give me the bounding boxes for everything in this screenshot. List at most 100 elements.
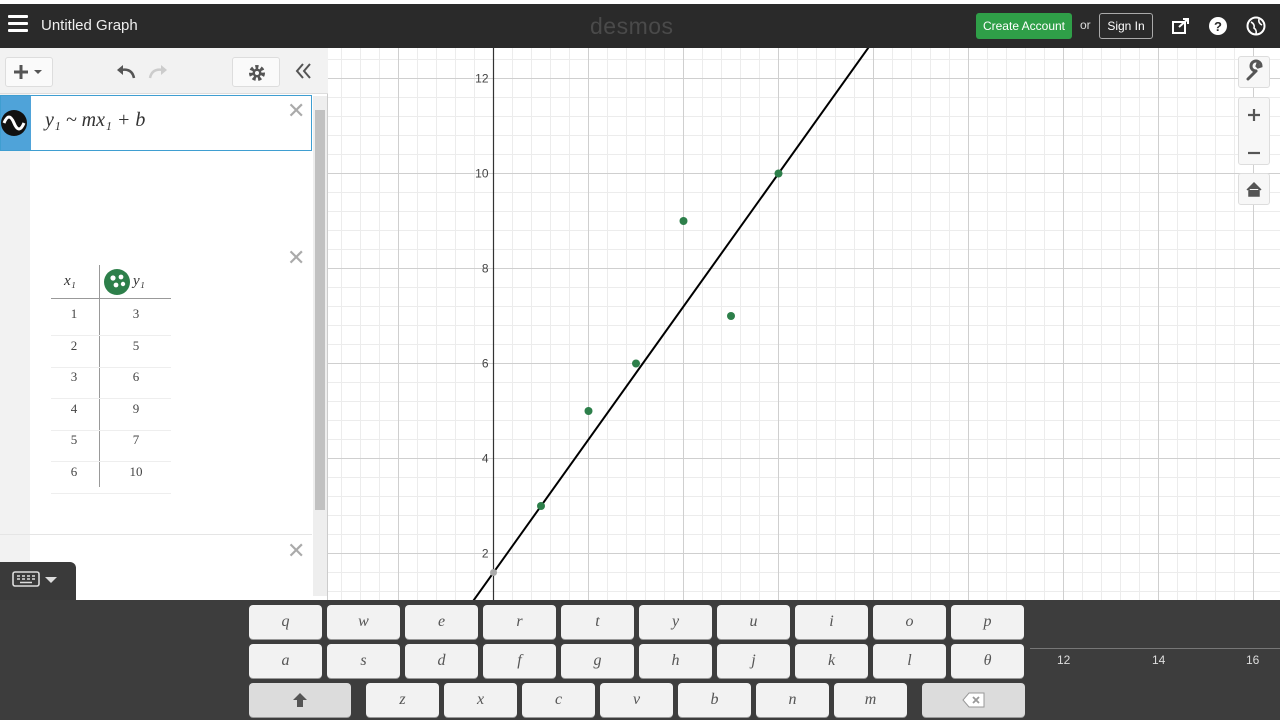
data-point[interactable] xyxy=(537,502,545,510)
expression-formula[interactable]: y₁ ~ mx₁ + b xyxy=(45,109,145,132)
table-cell-y[interactable]: 5 xyxy=(123,338,149,354)
collapse-panel-icon[interactable] xyxy=(294,62,314,80)
table-row: 57 xyxy=(51,432,171,463)
create-account-button[interactable]: Create Account xyxy=(976,13,1072,39)
regression-wave-icon[interactable] xyxy=(1,109,31,137)
key-o[interactable]: o xyxy=(873,605,946,639)
zoom-in-icon[interactable] xyxy=(1239,98,1269,132)
data-point[interactable] xyxy=(774,169,783,178)
table-row: 25 xyxy=(51,338,171,368)
key-w[interactable]: w xyxy=(327,605,400,639)
key-a[interactable]: a xyxy=(249,644,322,678)
globe-icon[interactable] xyxy=(1246,16,1266,36)
table-cell-y[interactable]: 7 xyxy=(123,432,149,448)
home-icon xyxy=(1246,181,1262,197)
table-row: 6 10 xyxy=(51,464,171,494)
delete-expression-1-icon[interactable]: ✕ xyxy=(287,100,305,122)
keyboard-icon xyxy=(12,571,57,587)
table-cell-x[interactable]: 4 xyxy=(63,401,85,417)
expression-tab xyxy=(1,96,31,150)
graph-canvas[interactable]: 2 4 6 8 10 12 xyxy=(328,48,1280,600)
key-z[interactable]: z xyxy=(366,683,439,717)
undo-icon[interactable] xyxy=(114,62,138,82)
key-r[interactable]: r xyxy=(483,605,556,639)
shift-arrow-icon xyxy=(293,693,307,707)
key-s[interactable]: s xyxy=(327,644,400,678)
share-icon[interactable] xyxy=(1171,16,1191,36)
key-u[interactable]: u xyxy=(717,605,790,639)
table-cell-x[interactable]: 6 xyxy=(63,464,85,480)
key-k[interactable]: k xyxy=(795,644,868,678)
table-cell-y[interactable]: 6 xyxy=(123,369,149,385)
key-v[interactable]: v xyxy=(600,683,673,717)
table-cell-x[interactable]: 2 xyxy=(63,338,85,354)
key-x[interactable]: x xyxy=(444,683,517,717)
table-cell-x[interactable]: 5 xyxy=(63,432,85,448)
table-row: 36 xyxy=(51,369,171,400)
x-axis-visible-segment xyxy=(1030,648,1280,649)
help-icon[interactable]: ? xyxy=(1208,16,1228,36)
delete-table-icon[interactable]: ✕ xyxy=(287,247,305,269)
key-h[interactable]: h xyxy=(639,644,712,678)
shift-key[interactable] xyxy=(249,683,351,717)
data-point[interactable] xyxy=(584,407,593,415)
add-item-button[interactable] xyxy=(5,57,53,87)
data-point[interactable] xyxy=(632,359,640,368)
key-c[interactable]: c xyxy=(522,683,595,717)
key-n[interactable]: n xyxy=(756,683,829,717)
redo-icon[interactable] xyxy=(146,62,170,82)
key-f[interactable]: f xyxy=(483,644,556,678)
graph-settings-button[interactable] xyxy=(1238,56,1270,88)
scrollbar-thumb[interactable] xyxy=(315,110,325,510)
key-g[interactable]: g xyxy=(561,644,634,678)
delete-expression-3-icon[interactable]: ✕ xyxy=(287,540,305,562)
backspace-key[interactable] xyxy=(922,683,1025,717)
desmos-logo: desmos xyxy=(590,13,674,39)
key-q[interactable]: q xyxy=(249,605,322,639)
hamburger-menu-icon[interactable] xyxy=(8,15,28,35)
table-header-x[interactable]: x₁ xyxy=(64,273,76,290)
svg-text:?: ? xyxy=(1214,19,1222,34)
key-e[interactable]: e xyxy=(405,605,478,639)
y-intercept-point[interactable] xyxy=(490,569,497,576)
key-theta[interactable]: θ xyxy=(951,644,1024,678)
key-i[interactable]: i xyxy=(795,605,868,639)
key-p[interactable]: p xyxy=(951,605,1024,639)
data-point[interactable] xyxy=(679,217,688,225)
y-tick-label: 2 xyxy=(482,547,489,561)
table-cell-y[interactable]: 3 xyxy=(123,306,149,322)
desmos-app: Untitled Graph desmos Create Account or … xyxy=(0,0,1280,720)
key-m[interactable]: m xyxy=(834,683,907,717)
key-d[interactable]: d xyxy=(405,644,478,678)
key-b[interactable]: b xyxy=(678,683,751,717)
expression-scrollbar[interactable] xyxy=(313,96,327,596)
table-cell-y[interactable]: 9 xyxy=(123,401,149,417)
table-header-y[interactable]: y₁ xyxy=(133,273,145,290)
x-tick-label: 12 xyxy=(1057,653,1071,667)
zoom-out-icon[interactable] xyxy=(1239,137,1269,169)
key-l[interactable]: l xyxy=(873,644,946,678)
expression-toolbar xyxy=(0,48,328,94)
table-row: 13 xyxy=(51,306,171,336)
default-view-button[interactable] xyxy=(1238,173,1270,205)
table-cell-x[interactable]: 1 xyxy=(63,306,85,322)
wrench-icon xyxy=(1246,59,1263,81)
points-style-icon[interactable] xyxy=(104,268,132,296)
sign-in-button[interactable]: Sign In xyxy=(1099,13,1153,39)
header-bar: Untitled Graph desmos Create Account or … xyxy=(0,4,1280,48)
plus-icon xyxy=(14,65,42,79)
math-keyboard: 12 14 16 q w e r t y u i o p a s d f g h j k l θ z x c v b n m xyxy=(0,600,1280,720)
settings-button[interactable] xyxy=(232,57,280,87)
keyboard-toggle-button[interactable] xyxy=(0,562,76,600)
x-tick-label: 16 xyxy=(1246,653,1260,667)
y-tick-label: 6 xyxy=(482,357,489,371)
table-cell-x[interactable]: 3 xyxy=(63,369,85,385)
table-cell-y[interactable]: 10 xyxy=(123,464,149,480)
x-tick-label: 14 xyxy=(1152,653,1166,667)
key-j[interactable]: j xyxy=(717,644,790,678)
key-t[interactable]: t xyxy=(561,605,634,639)
graph-title[interactable]: Untitled Graph xyxy=(41,17,138,34)
data-point[interactable] xyxy=(727,312,735,320)
expression-item-regression[interactable]: y₁ ~ mx₁ + b xyxy=(0,95,312,151)
key-y[interactable]: y xyxy=(639,605,712,639)
